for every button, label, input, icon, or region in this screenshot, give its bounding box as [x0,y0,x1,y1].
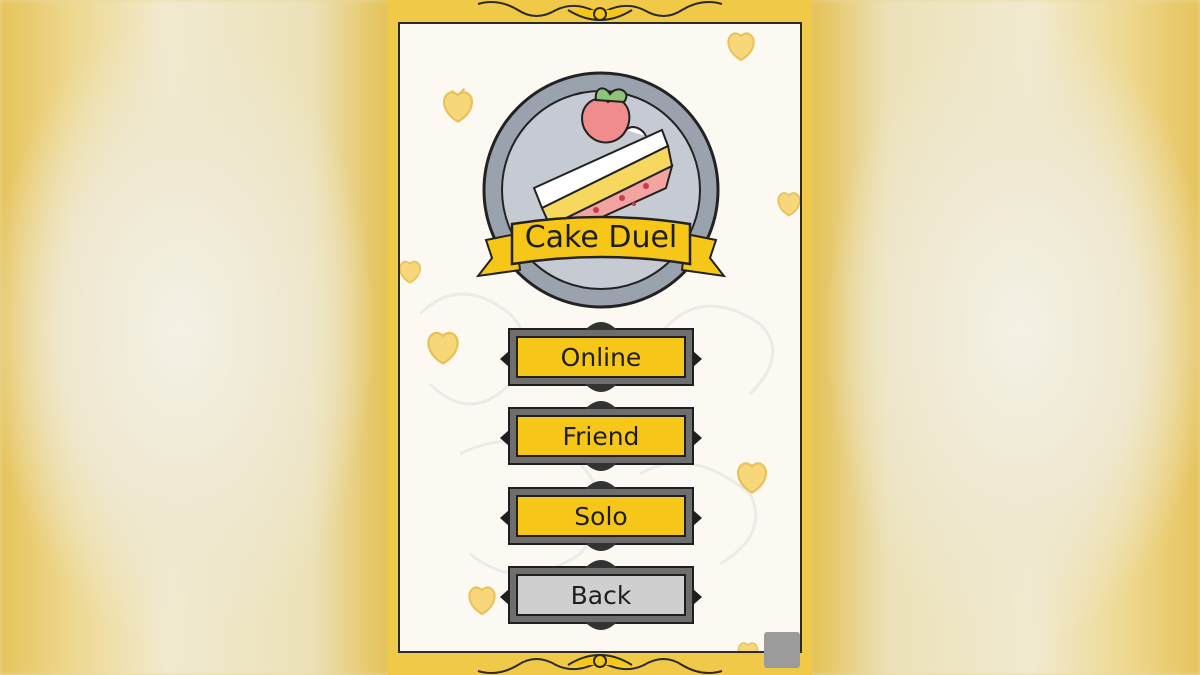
strawberry-leaf-icon [468,586,496,616]
crest-ornament [585,322,617,330]
crest-ornament [585,622,617,630]
strawberry-leaf-icon [400,260,421,284]
strawberry-leaf-icon [736,462,768,494]
strawberry-leaf-icon [442,87,474,123]
crest-ornament [585,384,617,392]
online-button[interactable]: Online [500,322,702,392]
button-knob-right [693,510,702,526]
cake-duel-logo: Cake Duel [476,70,726,310]
crest-ornament [585,560,617,568]
game-screen: Cake Duel Online Friend Solo Back [388,0,812,675]
crest-ornament [585,463,617,471]
button-knob-left [500,510,509,526]
button-knob-left [500,351,509,367]
button-knob-left [500,430,509,446]
friend-button-label: Friend [516,415,686,457]
back-button-label: Back [516,574,686,616]
crest-ornament [585,543,617,551]
solo-button-label: Solo [516,495,686,537]
online-button-label: Online [516,336,686,378]
solo-button[interactable]: Solo [500,481,702,551]
button-knob-right [693,351,702,367]
bottom-ornament [388,653,812,675]
game-title: Cake Duel [524,220,678,255]
back-button[interactable]: Back [500,560,702,630]
crest-ornament [585,401,617,409]
crest-ornament [585,481,617,489]
strawberry-leaf-icon [777,192,800,217]
strawberry-leaf-icon [427,331,459,365]
strawberry-leaf-icon [727,32,755,62]
app-badge-icon [764,632,800,668]
button-knob-right [693,430,702,446]
button-knob-right [693,589,702,605]
friend-button[interactable]: Friend [500,401,702,471]
button-knob-left [500,589,509,605]
